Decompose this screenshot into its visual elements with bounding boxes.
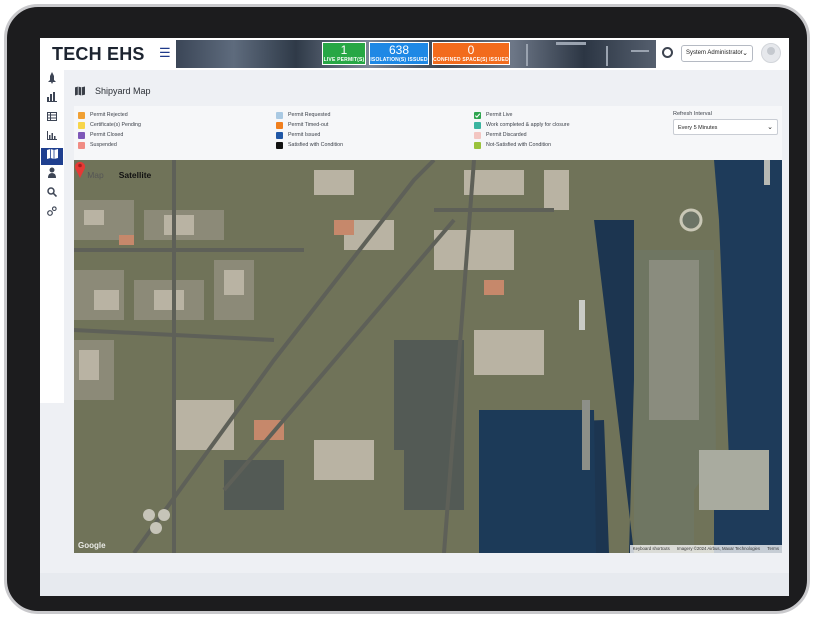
refresh-interval-value: Every 5 Minutes bbox=[678, 125, 718, 131]
legend-item: Permit Closed? bbox=[78, 131, 123, 140]
legend-swatch bbox=[276, 112, 283, 119]
confined-spaces-count: 0 bbox=[467, 43, 475, 57]
globe-icon[interactable] bbox=[662, 47, 673, 58]
legend-item: Permit Issued? bbox=[276, 131, 320, 140]
legend-label: Permit Rejected bbox=[90, 112, 128, 118]
app-screen: TECH EHS ☰ 1 LIVE PERMIT(S) 638 ISOLATIO… bbox=[40, 38, 789, 596]
legend-label: Permit Issued bbox=[288, 132, 321, 138]
sidebar bbox=[40, 70, 64, 403]
footer-area bbox=[40, 573, 789, 596]
isolations-count: 638 bbox=[388, 43, 410, 57]
location-pin-icon[interactable] bbox=[74, 160, 86, 178]
sidebar-item-search[interactable] bbox=[41, 186, 63, 203]
legend-item: Permit Live? bbox=[474, 111, 513, 120]
sidebar-item-personnel[interactable] bbox=[41, 167, 63, 184]
sidebar-item-analytics[interactable] bbox=[41, 129, 63, 146]
terms-link[interactable]: Terms bbox=[767, 546, 779, 551]
legend-label: Not-Satisfied with Condition bbox=[486, 142, 552, 148]
legend-swatch bbox=[276, 142, 283, 149]
legend-item: Not-Satisfied with Condition? bbox=[474, 141, 551, 150]
tablet-frame: TECH EHS ☰ 1 LIVE PERMIT(S) 638 ISOLATIO… bbox=[4, 4, 810, 614]
isolations-stat[interactable]: 638 ISOLATION(S) ISSUED bbox=[369, 42, 429, 65]
satellite-map[interactable]: Map Satellite Google Keyboard shortcuts … bbox=[74, 160, 782, 553]
sidebar-item-reports[interactable] bbox=[41, 91, 63, 108]
legend-item: Work completed & apply for closure? bbox=[474, 121, 570, 130]
legend-item: Suspended? bbox=[78, 141, 117, 150]
satellite-imagery bbox=[74, 160, 782, 553]
sidebar-item-map[interactable] bbox=[41, 148, 63, 165]
legend-swatch bbox=[78, 112, 85, 119]
keyboard-shortcuts-link[interactable]: Keyboard shortcuts bbox=[633, 546, 670, 551]
legend-label: Work completed & apply for closure bbox=[486, 122, 570, 128]
legend-label: Permit Discarded bbox=[486, 132, 527, 138]
rocket-icon bbox=[48, 72, 56, 84]
legend-label: Permit Closed bbox=[90, 132, 124, 138]
app-logo: TECH EHS bbox=[52, 44, 145, 64]
legend-label: Satisfied with Condition bbox=[288, 142, 344, 148]
legend-item: Satisfied with Condition? bbox=[276, 141, 343, 150]
header-banner-image: 1 LIVE PERMIT(S) 638 ISOLATION(S) ISSUED… bbox=[176, 40, 656, 68]
legend-swatch bbox=[474, 132, 481, 139]
map-icon bbox=[75, 86, 85, 96]
map-attribution: Keyboard shortcuts Imagery ©2024 Airbus,… bbox=[629, 545, 782, 553]
imagery-credit: Imagery ©2024 Airbus, Maxar Technologies bbox=[676, 546, 761, 551]
legend-label: Suspended bbox=[90, 142, 117, 148]
legend-swatch bbox=[78, 132, 85, 139]
legend-item: Permit Discarded? bbox=[474, 131, 527, 140]
google-logo: Google bbox=[78, 541, 106, 550]
legend-swatch bbox=[78, 122, 85, 129]
legend-swatch bbox=[474, 142, 481, 149]
bar-chart-icon bbox=[47, 92, 57, 102]
refresh-interval-select[interactable]: Every 5 Minutes ⌄ bbox=[673, 119, 778, 135]
settings-icon bbox=[47, 206, 57, 216]
legend-label: Permit Requested bbox=[288, 112, 331, 118]
map-tab-satellite[interactable]: Satellite bbox=[113, 165, 157, 185]
chevron-down-icon: ⌄ bbox=[742, 50, 748, 57]
legend-item: Permit Rejected? bbox=[78, 111, 128, 120]
sidebar-item-settings[interactable] bbox=[41, 205, 63, 222]
refresh-interval-label: Refresh Interval bbox=[673, 111, 712, 117]
legend-item: Certificate(s) Pending? bbox=[78, 121, 141, 130]
top-header: TECH EHS ☰ 1 LIVE PERMIT(S) 638 ISOLATIO… bbox=[40, 38, 789, 70]
isolations-label: ISOLATION(S) ISSUED bbox=[370, 57, 428, 63]
search-icon bbox=[47, 187, 58, 198]
sidebar-item-registers[interactable] bbox=[41, 110, 63, 127]
live-permits-count: 1 bbox=[340, 43, 348, 57]
column-chart-icon bbox=[47, 131, 57, 140]
legend-label: Certificate(s) Pending bbox=[90, 122, 141, 128]
user-role-value: System Administrator bbox=[686, 50, 743, 56]
live-permits-label: LIVE PERMIT(S) bbox=[323, 57, 365, 63]
legend-swatch bbox=[78, 142, 85, 149]
legend-label: Permit Timed-out bbox=[288, 122, 329, 128]
page-title: Shipyard Map bbox=[95, 86, 151, 96]
live-permits-stat[interactable]: 1 LIVE PERMIT(S) bbox=[322, 42, 366, 65]
confined-spaces-stat[interactable]: 0 CONFINED SPACE(S) ISSUED bbox=[432, 42, 510, 65]
map-icon bbox=[46, 149, 58, 159]
legend-swatch bbox=[276, 122, 283, 129]
legend-swatch bbox=[474, 112, 481, 119]
sidebar-item-dashboard[interactable] bbox=[41, 72, 63, 89]
legend-swatch bbox=[276, 132, 283, 139]
person-icon bbox=[48, 167, 56, 178]
legend-swatch bbox=[474, 122, 481, 129]
legend-item: Permit Requested? bbox=[276, 111, 330, 120]
legend-label: Permit Live bbox=[486, 112, 513, 118]
chevron-down-icon: ⌄ bbox=[767, 124, 773, 131]
avatar[interactable] bbox=[761, 43, 781, 63]
confined-spaces-label: CONFINED SPACE(S) ISSUED bbox=[433, 57, 509, 63]
user-role-select[interactable]: System Administrator ⌄ bbox=[681, 45, 753, 62]
hamburger-menu-button[interactable]: ☰ bbox=[159, 45, 171, 61]
legend-item: Permit Timed-out? bbox=[276, 121, 328, 130]
table-icon bbox=[47, 112, 57, 121]
